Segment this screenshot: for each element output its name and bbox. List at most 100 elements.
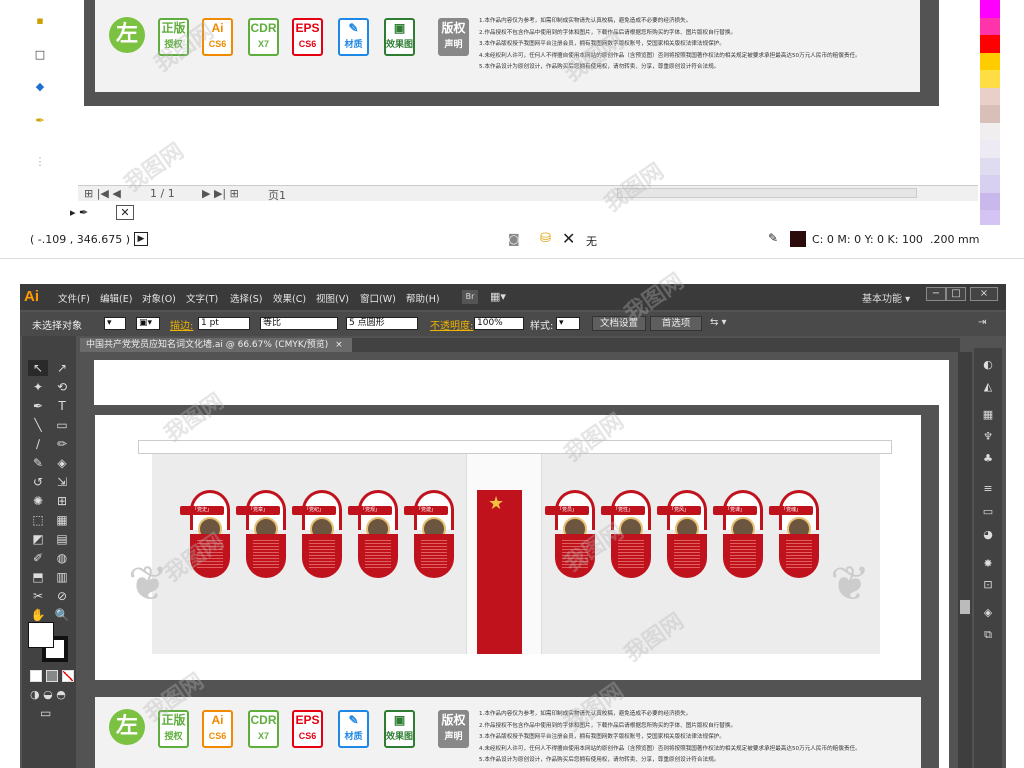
scroll-thumb[interactable] [960,600,970,614]
document-setup-button[interactable]: 文档设置 [592,316,646,331]
pencil-icon[interactable]: ✏ [52,436,72,452]
swatch-4[interactable] [980,52,1000,70]
graphic-styles-panel-icon[interactable]: ⊡ [980,578,996,592]
perspective-icon[interactable]: ▦ [52,512,72,528]
menu-item-5[interactable]: 选择(S) [230,291,262,305]
scale-icon[interactable]: ⇲ [52,474,72,490]
gradient-panel-icon[interactable]: ▭ [980,505,996,519]
swatch-7[interactable] [980,105,1000,123]
vertical-scrollbar[interactable] [958,352,972,768]
rotate-icon[interactable]: ↺ [28,474,48,490]
menu-item-9[interactable]: 帮助(H) [406,291,440,305]
free-transform-icon[interactable]: ⊞ [52,493,72,509]
zoom-icon[interactable]: 🔍 [52,607,72,623]
arrange-docs-icon[interactable]: ⇆ ▾ [710,317,727,328]
opacity-label[interactable]: 不透明度: [430,317,473,332]
page-number[interactable]: 1 / 1 [150,187,175,200]
paintbrush-icon[interactable]: ∕ [28,436,48,452]
menu-item-2[interactable]: 编辑(E) [100,291,132,305]
artboards-panel-icon[interactable]: ⧉ [980,628,996,642]
line-style-select[interactable]: 等比 [260,317,338,330]
none-mode-icon[interactable] [62,670,74,682]
stroke-label[interactable]: 描边: [170,317,193,332]
bridge-button[interactable]: Br [462,290,478,304]
swatch-10[interactable] [980,157,1000,175]
lasso-icon[interactable]: ⟲ [52,379,72,395]
graph-icon[interactable]: ▥ [52,569,72,585]
color-mode-icon[interactable] [30,670,42,682]
style-select[interactable]: ▾ [556,317,580,330]
type-icon[interactable]: T [52,398,72,414]
stroke-select[interactable]: ▣▾ [136,317,160,330]
fill-icon[interactable]: ◆ [32,80,48,93]
page-tab[interactable]: 页1 [268,187,286,203]
swatch-8[interactable] [980,122,1000,140]
blend-icon[interactable]: ◍ [52,550,72,566]
eyedropper-icon[interactable]: ✒ [32,114,48,127]
swatches-panel-icon[interactable]: ▦ [980,408,996,422]
layers-panel-icon[interactable]: ◈ [980,606,996,620]
fill-select[interactable]: ▾ [104,317,126,330]
swatch-11[interactable] [980,175,1000,193]
rectangle-icon[interactable]: ▭ [52,417,72,433]
blob-brush-icon[interactable]: ✎ [28,455,48,471]
artboard-icon[interactable]: ✂ [28,588,48,604]
horizontal-scrollbar[interactable] [617,188,917,198]
swatch-3[interactable] [980,35,1000,53]
appearance-panel-icon[interactable]: ✸ [980,557,996,571]
close-button[interactable]: × [970,287,998,301]
magic-wand-icon[interactable]: ✦ [28,379,48,395]
menu-item-3[interactable]: 对象(O) [142,291,176,305]
eyedropper-icon[interactable]: ✐ [28,550,48,566]
draw-mode-icon[interactable]: ◑ ◒ ◓ [30,688,66,701]
swatch-9[interactable] [980,140,1000,158]
workspace-switcher[interactable]: 基本功能 ▾ [862,290,910,305]
maximize-button[interactable]: □ [946,287,966,301]
color-tool-icon[interactable]: ▪ [32,14,48,27]
gradient-icon[interactable]: ▤ [52,531,72,547]
menu-item-4[interactable]: 文字(T) [186,291,218,305]
symbols-panel-icon[interactable]: ♣ [980,452,996,466]
menu-item-7[interactable]: 视图(V) [316,291,349,305]
arrange-icon[interactable]: ▦▾ [490,290,506,303]
menu-item-8[interactable]: 窗口(W) [360,291,396,305]
page-prev-icon[interactable]: ⊞ |◀ ◀ [84,187,121,200]
play-icon[interactable]: ▶ [134,232,148,246]
tab-close-icon[interactable]: × [335,340,343,350]
shape-builder-icon[interactable]: ⬚ [28,512,48,528]
symbol-icon[interactable]: ⬒ [28,569,48,585]
no-fill-x-icon[interactable]: ✕ [562,229,575,248]
no-fill-icon[interactable]: ✕ [116,205,134,220]
minimize-button[interactable]: − [926,287,946,301]
line-icon[interactable]: ╲ [28,417,48,433]
warp-icon[interactable]: ✺ [28,493,48,509]
swatch-2[interactable] [980,17,1000,35]
preferences-button[interactable]: 首选项 [650,316,702,331]
swatch-6[interactable] [980,87,1000,105]
page-next-icon[interactable]: ▶ ▶| ⊞ [202,187,239,200]
panel-menu-icon[interactable]: ⇥ [978,317,986,328]
document-tab[interactable]: 中国共产党党员应知名词文化墙.ai @ 66.67% (CMYK/预览) × [80,338,352,352]
slice-icon[interactable]: ⊘ [52,588,72,604]
menu-item-6[interactable]: 效果(C) [273,291,306,305]
bucket-icon[interactable]: ⛁ [540,231,551,246]
selection-icon[interactable]: ↖ [28,360,48,376]
transparency-panel-icon[interactable]: ◕ [980,528,996,542]
fill-swatch-front[interactable] [28,622,54,648]
pointer-icon[interactable]: ▸ ✒ [70,206,88,219]
brushes-panel-icon[interactable]: ♆ [980,430,996,444]
direct-selection-icon[interactable]: ↗ [52,360,72,376]
opacity-input[interactable]: 100% [474,317,524,330]
rectangle-icon[interactable]: □ [32,48,48,61]
eraser-icon[interactable]: ◈ [52,455,72,471]
swatch-5[interactable] [980,70,1000,88]
color-swatch[interactable] [790,231,806,247]
snap-icon[interactable]: ◙ [508,232,520,246]
stroke-weight-input[interactable]: 1 pt [198,317,250,330]
stroke-panel-icon[interactable]: ≡ [980,482,996,496]
swatch-12[interactable] [980,192,1000,210]
hand-icon[interactable]: ✋ [28,607,48,623]
color-panel-icon[interactable]: ◐ [980,358,996,372]
color-guide-panel-icon[interactable]: ◭ [980,380,996,394]
menu-item-1[interactable]: 文件(F) [58,291,90,305]
